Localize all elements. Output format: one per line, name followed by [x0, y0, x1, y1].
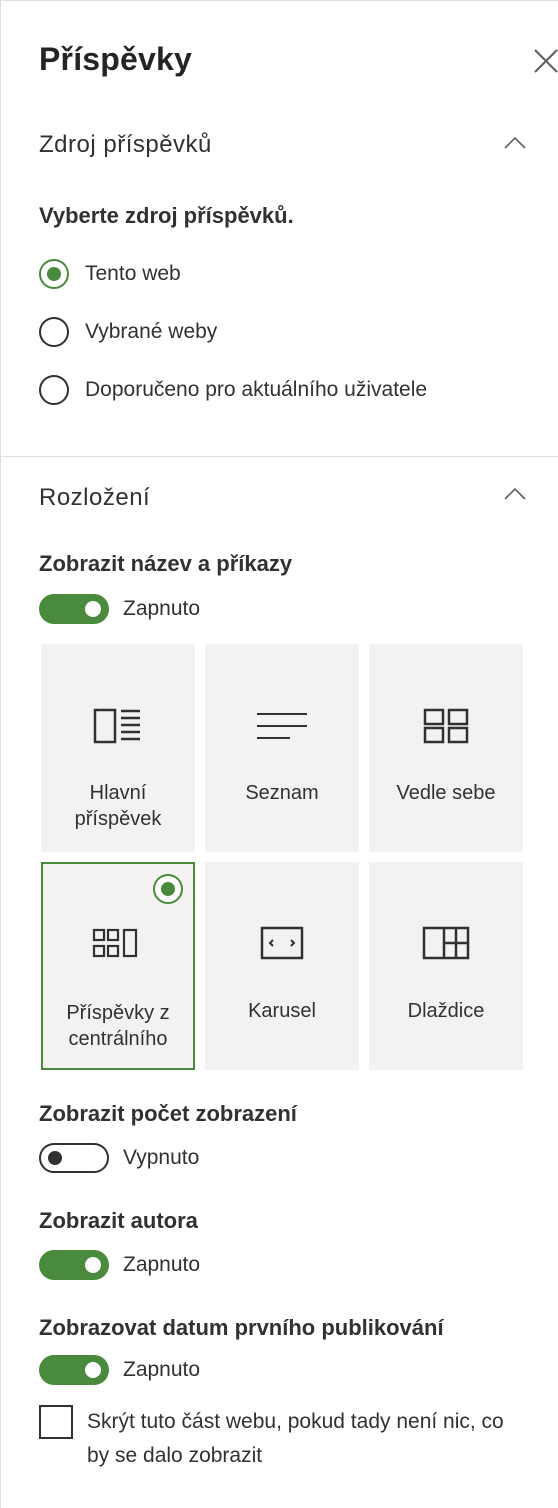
show-title-toggle[interactable] [39, 594, 109, 624]
radio-button[interactable] [39, 317, 69, 347]
show-title-toggle-row[interactable]: Zapnuto [39, 592, 200, 626]
layout-tile-side-by-side[interactable]: Vedle sebe [369, 644, 523, 852]
list-layout-icon [205, 704, 359, 748]
close-icon[interactable] [531, 41, 558, 81]
source-prompt: Vyberte zdroj příspěvků. [39, 203, 294, 228]
show-date-label: Zobrazovat datum prvního publikování [39, 1315, 444, 1340]
source-section-header[interactable]: Zdroj příspěvků [39, 131, 212, 159]
panel-title: Příspěvky [39, 41, 193, 77]
show-author-toggle[interactable] [39, 1250, 109, 1280]
show-views-label: Zobrazit počet zobrazení [39, 1101, 297, 1126]
toggle-state-label: Zapnuto [123, 597, 201, 620]
toggle-state-label: Zapnuto [123, 1253, 201, 1276]
tile-label: Dlaždice [407, 1000, 485, 1022]
show-author-label: Zobrazit autora [39, 1208, 198, 1233]
show-date-toggle-row[interactable]: Zapnuto [39, 1353, 200, 1387]
layout-tile-list[interactable]: Seznam [205, 644, 359, 852]
layout-tile-carousel[interactable]: Karusel [205, 862, 359, 1070]
carousel-layout-icon [205, 922, 359, 966]
radio-label: Tento web [85, 262, 181, 285]
hub-news-layout-icon [43, 924, 193, 968]
radio-label: Doporučeno pro aktuálního uživatele [85, 378, 428, 401]
tile-label: Hlavní příspěvek [74, 782, 162, 830]
layout-section-header[interactable]: Rozložení [39, 484, 150, 512]
property-pane: Příspěvky Zdroj příspěvků Vyberte zdroj … [0, 0, 558, 1508]
section-divider [1, 456, 558, 457]
radio-button[interactable] [39, 375, 69, 405]
layout-tile-hub-news[interactable]: Příspěvky z centrálního [41, 862, 195, 1070]
hide-empty-checkbox[interactable] [39, 1405, 73, 1439]
hero-layout-icon [41, 704, 195, 748]
radio-tento-web[interactable]: Tento web [39, 257, 181, 291]
layout-tile-hero[interactable]: Hlavní příspěvek [41, 644, 195, 852]
selected-check-icon [153, 874, 183, 904]
side-by-side-layout-icon [369, 704, 523, 748]
radio-label: Vybrané weby [85, 320, 218, 343]
show-views-toggle[interactable] [39, 1143, 109, 1173]
tile-label: Příspěvky z centrálního [66, 1002, 170, 1050]
show-title-label: Zobrazit název a příkazy [39, 551, 293, 576]
tile-label: Karusel [248, 1000, 316, 1022]
chevron-up-icon[interactable] [501, 484, 529, 504]
tile-label: Vedle sebe [396, 782, 496, 804]
tiles-layout-icon [369, 922, 523, 966]
tile-label: Seznam [245, 782, 319, 804]
layout-tile-tiles[interactable]: Dlaždice [369, 862, 523, 1070]
radio-vybrane-weby[interactable]: Vybrané weby [39, 315, 217, 349]
hide-empty-row[interactable]: Skrýt tuto část webu, pokud tady není ni… [39, 1405, 517, 1473]
show-date-toggle[interactable] [39, 1355, 109, 1385]
chevron-up-icon[interactable] [501, 133, 529, 153]
show-views-toggle-row[interactable]: Vypnuto [39, 1141, 199, 1175]
toggle-state-label: Zapnuto [123, 1358, 201, 1381]
hide-empty-label: Skrýt tuto část webu, pokud tady není ni… [87, 1410, 504, 1467]
toggle-state-label: Vypnuto [123, 1146, 200, 1169]
radio-doporuceno[interactable]: Doporučeno pro aktuálního uživatele [39, 373, 427, 407]
radio-button[interactable] [39, 259, 69, 289]
show-author-toggle-row[interactable]: Zapnuto [39, 1248, 200, 1282]
